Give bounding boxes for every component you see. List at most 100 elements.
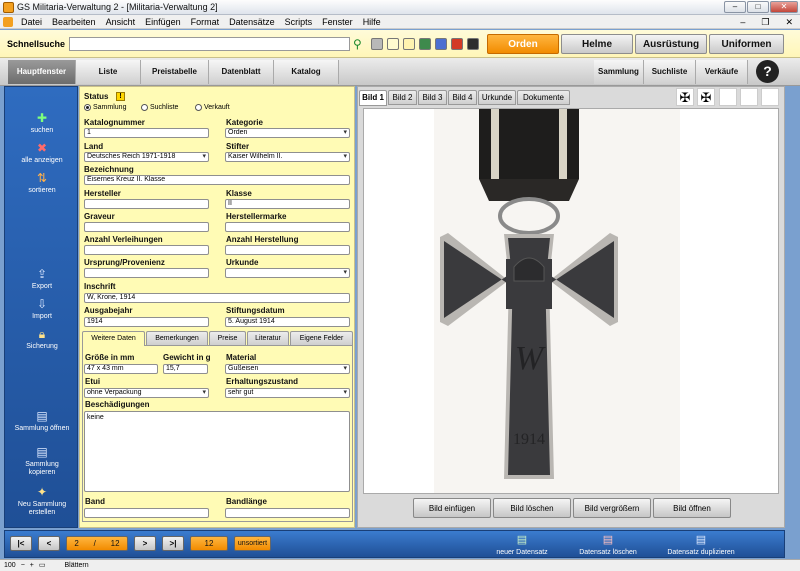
color-swatch-grey[interactable]	[371, 38, 383, 50]
tab-bild-3[interactable]: Bild 3	[418, 90, 447, 105]
land-select[interactable]: Deutsches Reich 1971-1918	[84, 152, 209, 162]
import-action[interactable]: ⇩ Import	[5, 297, 79, 321]
stiftungsdatum-field[interactable]: 5. August 1914	[225, 317, 350, 327]
radio-suchliste[interactable]: Suchliste	[141, 104, 178, 111]
tab-bild-4[interactable]: Bild 4	[448, 90, 477, 105]
stifter-select[interactable]: Kaiser Wilhelm II.	[225, 152, 350, 162]
tab-literatur[interactable]: Literatur	[247, 331, 289, 345]
menu-scripts[interactable]: Scripts	[280, 17, 318, 27]
category-ausruestung-button[interactable]: Ausrüstung	[635, 34, 707, 54]
enlarge-image-button[interactable]: Bild vergrößern	[573, 498, 651, 518]
sort-action[interactable]: ⇅ sortieren	[5, 171, 79, 195]
zoom-out-icon[interactable]: −	[21, 560, 25, 571]
menu-fenster[interactable]: Fenster	[317, 17, 358, 27]
duplicate-record-action[interactable]: ▤ Datensatz duplizieren	[656, 533, 746, 557]
color-swatch-green[interactable]	[419, 38, 431, 50]
tab-hauptfenster[interactable]: Hauptfenster	[8, 60, 76, 84]
erhaltungszustand-select[interactable]: sehr gut	[225, 388, 350, 398]
tab-sammlung[interactable]: Sammlung	[594, 60, 644, 84]
etui-select[interactable]: ohne Verpackung	[84, 388, 209, 398]
ausgabejahr-field[interactable]: 1914	[84, 317, 209, 327]
tab-eigene-felder[interactable]: Eigene Felder	[290, 331, 353, 345]
tab-weitere-daten[interactable]: Weitere Daten	[82, 331, 145, 346]
search-icon[interactable]: ⚲	[353, 37, 367, 51]
tab-bild-1[interactable]: Bild 1	[359, 90, 387, 106]
kategorie-select[interactable]: Orden	[225, 128, 350, 138]
thumbnail-3[interactable]	[719, 88, 737, 106]
close-button[interactable]: ✕	[770, 1, 798, 13]
open-collection-action[interactable]: ▤ Sammlung öffnen	[5, 409, 79, 433]
color-swatch-yellow[interactable]	[403, 38, 415, 50]
delete-record-action[interactable]: ▤ Datensatz löschen	[570, 533, 646, 557]
minimize-button[interactable]: –	[724, 1, 746, 13]
menu-ansicht[interactable]: Ansicht	[101, 17, 141, 27]
tab-datenblatt[interactable]: Datenblatt	[209, 60, 274, 84]
doc-minimize-icon[interactable]: –	[735, 17, 750, 28]
layout-icon[interactable]: ▭	[39, 560, 46, 571]
export-action[interactable]: ⇪ Export	[5, 267, 79, 291]
tab-verkaeufe[interactable]: Verkäufe	[696, 60, 748, 84]
color-swatch-black[interactable]	[467, 38, 479, 50]
radio-verkauft[interactable]: Verkauft	[195, 104, 230, 111]
material-select[interactable]: Gußeisen	[225, 364, 350, 374]
delete-image-button[interactable]: Bild löschen	[493, 498, 571, 518]
menu-bearbeiten[interactable]: Bearbeiten	[47, 17, 101, 27]
tab-suchliste[interactable]: Suchliste	[644, 60, 696, 84]
herstellermarke-field[interactable]	[225, 222, 350, 232]
graveur-field[interactable]	[84, 222, 209, 232]
first-record-button[interactable]: |<	[10, 536, 32, 551]
color-swatch-blue[interactable]	[435, 38, 447, 50]
color-swatch-cream[interactable]	[387, 38, 399, 50]
beschaedigungen-textarea[interactable]: keine	[84, 411, 350, 492]
anzahl-herstellung-field[interactable]	[225, 245, 350, 255]
copy-collection-action[interactable]: ▤ Sammlung kopieren	[5, 445, 79, 477]
inschrift-field[interactable]: W, Krone, 1914	[84, 293, 350, 303]
groesse-field[interactable]: 47 x 43 mm	[84, 364, 158, 374]
backup-action[interactable]: 🔒︎ Sicherung	[5, 327, 79, 351]
klasse-field[interactable]: II	[225, 199, 350, 209]
thumbnail-2[interactable]: ✠	[697, 88, 715, 106]
quick-search-input[interactable]	[69, 37, 350, 51]
menu-datei[interactable]: Datei	[16, 17, 47, 27]
category-orden-button[interactable]: Orden	[487, 34, 559, 54]
last-record-button[interactable]: >|	[162, 536, 184, 551]
zoom-level[interactable]: 100	[4, 560, 16, 571]
urkunde-select[interactable]	[225, 268, 350, 278]
provenienz-field[interactable]	[84, 268, 209, 278]
tab-preistabelle[interactable]: Preistabelle	[141, 60, 209, 84]
tab-bild-2[interactable]: Bild 2	[388, 90, 417, 105]
show-all-action[interactable]: ✖ alle anzeigen	[5, 141, 79, 165]
next-record-button[interactable]: >	[134, 536, 156, 551]
help-icon[interactable]: ?	[756, 60, 779, 83]
thumbnail-1[interactable]: ✠	[676, 88, 694, 106]
menu-einfuegen[interactable]: Einfügen	[140, 17, 186, 27]
tab-bemerkungen[interactable]: Bemerkungen	[146, 331, 208, 345]
item-photo[interactable]: W 1914	[363, 108, 779, 494]
search-action[interactable]: ✚ suchen	[5, 111, 79, 135]
radio-sammlung[interactable]: Sammlung	[84, 104, 126, 111]
katalognummer-field[interactable]: 1	[84, 128, 209, 138]
color-swatch-red[interactable]	[451, 38, 463, 50]
tab-liste[interactable]: Liste	[76, 60, 141, 84]
bezeichnung-field[interactable]: Eisernes Kreuz II. Klasse	[84, 175, 350, 185]
new-record-action[interactable]: ▤ neuer Datensatz	[490, 533, 554, 557]
hersteller-field[interactable]	[84, 199, 209, 209]
menu-hilfe[interactable]: Hilfe	[358, 17, 386, 27]
previous-record-button[interactable]: <	[38, 536, 60, 551]
tab-urkunde[interactable]: Urkunde	[478, 90, 516, 105]
thumbnail-5[interactable]	[761, 88, 779, 106]
insert-image-button[interactable]: Bild einfügen	[413, 498, 491, 518]
thumbnail-4[interactable]	[740, 88, 758, 106]
anzahl-verleihungen-field[interactable]	[84, 245, 209, 255]
menu-format[interactable]: Format	[186, 17, 225, 27]
bandlaenge-field[interactable]	[225, 508, 350, 518]
category-uniformen-button[interactable]: Uniformen	[709, 34, 784, 54]
gewicht-field[interactable]: 15,7	[163, 364, 208, 374]
doc-close-icon[interactable]: ✕	[780, 17, 798, 28]
maximize-button[interactable]: □	[747, 1, 769, 13]
new-collection-action[interactable]: ✦ Neu Sammlung erstellen	[5, 485, 79, 517]
tab-katalog[interactable]: Katalog	[274, 60, 339, 84]
sort-state[interactable]: unsortiert	[234, 536, 271, 551]
zoom-in-icon[interactable]: +	[30, 560, 34, 571]
tab-preise[interactable]: Preise	[209, 331, 246, 345]
